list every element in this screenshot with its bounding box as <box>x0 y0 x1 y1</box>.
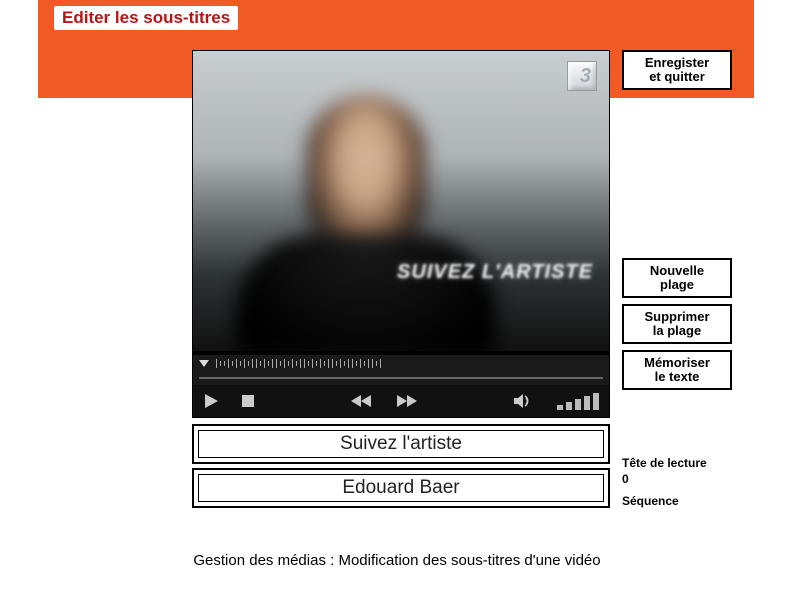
figure-caption: Gestion des médias : Modification des so… <box>0 552 794 569</box>
playhead-value: 0 <box>622 472 742 486</box>
forward-button[interactable] <box>395 394 417 408</box>
player-controls <box>193 385 609 417</box>
video-editor: 3 SUIVEZ L'ARTISTE <box>192 50 737 512</box>
del-range-l2: la plage <box>653 323 701 338</box>
new-range-l2: plage <box>660 277 694 292</box>
save-quit-l1: Enregister <box>645 55 709 70</box>
video-overlay-text: SUIVEZ L'ARTISTE <box>397 261 593 284</box>
stop-button[interactable] <box>241 394 255 408</box>
memorize-text-button[interactable]: Mémoriser le texte <box>622 350 732 390</box>
delete-range-button[interactable]: Supprimer la plage <box>622 304 732 344</box>
seek-slider[interactable] <box>193 371 609 385</box>
channel-logo: 3 <box>567 61 597 91</box>
subtitle-line-2[interactable]: Edouard Baer <box>192 468 610 508</box>
play-button[interactable] <box>203 393 219 409</box>
subtitle-line-1-text: Suivez l'artiste <box>198 430 604 458</box>
new-range-button[interactable]: Nouvelle plage <box>622 258 732 298</box>
rewind-button[interactable] <box>351 394 373 408</box>
del-range-l1: Supprimer <box>644 309 709 324</box>
playhead-label: Tête de lecture <box>622 456 742 470</box>
volume-icon[interactable] <box>513 393 531 409</box>
mem-text-l2: le texte <box>655 369 700 384</box>
timeline-ruler[interactable] <box>193 355 609 371</box>
save-quit-l2: et quitter <box>649 69 705 84</box>
save-quit-button[interactable]: Enregister et quitter <box>622 50 732 90</box>
subtitle-line-1[interactable]: Suivez l'artiste <box>192 424 610 464</box>
playhead-marker-icon[interactable] <box>199 360 209 367</box>
new-range-l1: Nouvelle <box>650 263 704 278</box>
video-player: 3 SUIVEZ L'ARTISTE <box>192 50 610 418</box>
page-title: Editer les sous-titres <box>54 6 238 30</box>
sequence-label: Séquence <box>622 494 742 508</box>
volume-level[interactable] <box>557 393 599 410</box>
video-still <box>306 95 496 351</box>
playhead-info: Tête de lecture 0 Séquence <box>622 454 742 508</box>
video-frame[interactable]: 3 SUIVEZ L'ARTISTE <box>193 51 609 351</box>
mem-text-l1: Mémoriser <box>644 355 710 370</box>
subtitle-line-2-text: Edouard Baer <box>198 474 604 502</box>
